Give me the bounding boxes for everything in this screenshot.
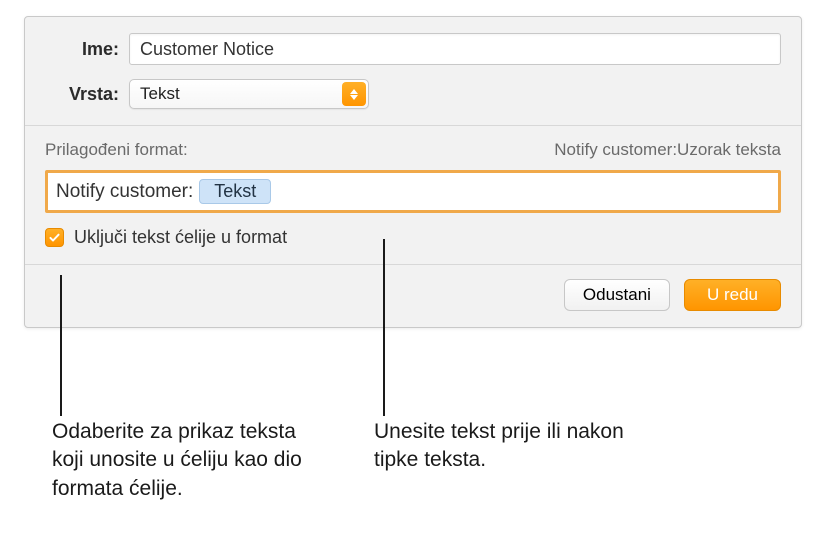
callout-line-left bbox=[60, 275, 62, 416]
callout-text-left: Odaberite za prikaz teksta koji unosite … bbox=[52, 418, 312, 503]
name-input[interactable] bbox=[129, 33, 781, 65]
include-cell-text-checkbox[interactable] bbox=[45, 228, 64, 247]
custom-format-heading-row: Prilagođeni format: Notify customer:Uzor… bbox=[45, 140, 781, 160]
custom-format-field[interactable]: Notify customer: Tekst bbox=[45, 170, 781, 213]
callout-line-right bbox=[383, 239, 385, 416]
text-token[interactable]: Tekst bbox=[199, 179, 271, 204]
format-prefix-text: Notify customer: bbox=[56, 181, 193, 203]
include-cell-text-row: Uključi tekst ćelije u format bbox=[45, 227, 781, 248]
custom-format-preview: Notify customer:Uzorak teksta bbox=[554, 140, 781, 160]
name-row: Ime: bbox=[45, 33, 781, 65]
checkmark-icon bbox=[48, 231, 61, 244]
custom-format-label: Prilagođeni format: bbox=[45, 140, 188, 160]
cancel-button[interactable]: Odustani bbox=[564, 279, 670, 311]
updown-arrows-icon bbox=[342, 82, 366, 106]
type-select[interactable]: Tekst bbox=[129, 79, 369, 109]
type-select-value: Tekst bbox=[129, 79, 369, 109]
dialog-header-section: Ime: Vrsta: Tekst bbox=[25, 17, 801, 126]
type-label: Vrsta: bbox=[45, 84, 119, 105]
name-label: Ime: bbox=[45, 39, 119, 60]
type-row: Vrsta: Tekst bbox=[45, 79, 781, 109]
custom-format-dialog: Ime: Vrsta: Tekst Prilagođeni format: No… bbox=[24, 16, 802, 328]
ok-button[interactable]: U redu bbox=[684, 279, 781, 311]
dialog-footer: Odustani U redu bbox=[25, 265, 801, 327]
callout-text-right: Unesite tekst prije ili nakon tipke teks… bbox=[374, 418, 634, 475]
custom-format-section: Prilagođeni format: Notify customer:Uzor… bbox=[25, 126, 801, 265]
include-cell-text-label: Uključi tekst ćelije u format bbox=[74, 227, 287, 248]
